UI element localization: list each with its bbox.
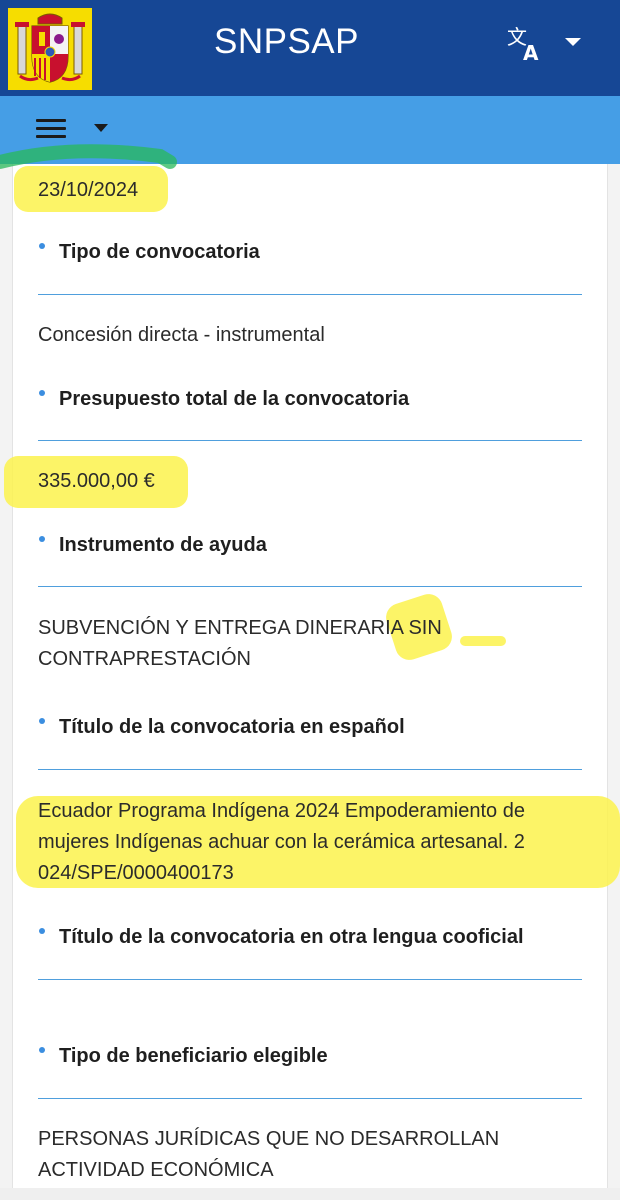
field-value-presupuesto: 335.000,00 € [38,470,155,492]
app-header: SNPSAP 文 A [0,0,620,96]
divider [38,586,582,587]
bullet-icon [39,928,45,934]
field-value-beneficiario-line-1: PERSONAS JURÍDICAS QUE NO DESARROLLAN [38,1128,500,1150]
coat-of-arms-icon[interactable] [8,8,92,90]
field-value-instrumento-line-1: SUBVENCIÓN Y ENTREGA DINERARIA SIN [38,617,442,639]
language-caret-down-icon[interactable] [565,38,581,46]
bottom-edge [0,1188,620,1200]
divider [38,294,582,295]
menu-caret-down-icon[interactable] [94,124,108,132]
field-label-presupuesto: Presupuesto total de la convocatoria [59,388,410,410]
field-label-titulo-espanol: Título de la convocatoria en español [59,716,405,738]
field-value-titulo-espanol-line-1: Ecuador Programa Indígena 2024 Empoderam… [38,800,525,822]
field-label-beneficiario: Tipo de beneficiario elegible [59,1045,328,1067]
divider [38,769,582,770]
field-label-titulo-cooficial: Título de la convocatoria en otra lengua… [59,926,524,948]
divider [38,979,582,980]
hamburger-menu-icon[interactable] [36,119,66,139]
divider [38,440,582,441]
bullet-icon [39,390,45,396]
divider [38,1098,582,1099]
field-value-beneficiario-line-2: ACTIVIDAD ECONÓMICA [38,1159,274,1181]
field-label-instrumento: Instrumento de ayuda [59,534,267,556]
bullet-icon [39,1047,45,1053]
field-value-titulo-espanol-line-3: 024/SPE/0000400173 [38,862,234,884]
date-value: 23/10/2024 [38,179,139,201]
bullet-icon [39,718,45,724]
field-value-titulo-espanol-line-2: mujeres Indígenas achuar con la cerámica… [38,831,525,853]
bullet-icon [39,243,45,249]
bullet-icon [39,536,45,542]
field-label-tipo-convocatoria: Tipo de convocatoria [59,241,260,263]
app-title: SNPSAP [214,22,359,61]
svg-text:A: A [523,41,539,64]
translate-icon[interactable]: 文 A [505,24,545,65]
highlight-instrument-tail [460,636,506,646]
field-value-tipo-convocatoria: Concesión directa - instrumental [38,324,325,346]
field-value-instrumento-line-2: CONTRAPRESTACIÓN [38,648,251,670]
